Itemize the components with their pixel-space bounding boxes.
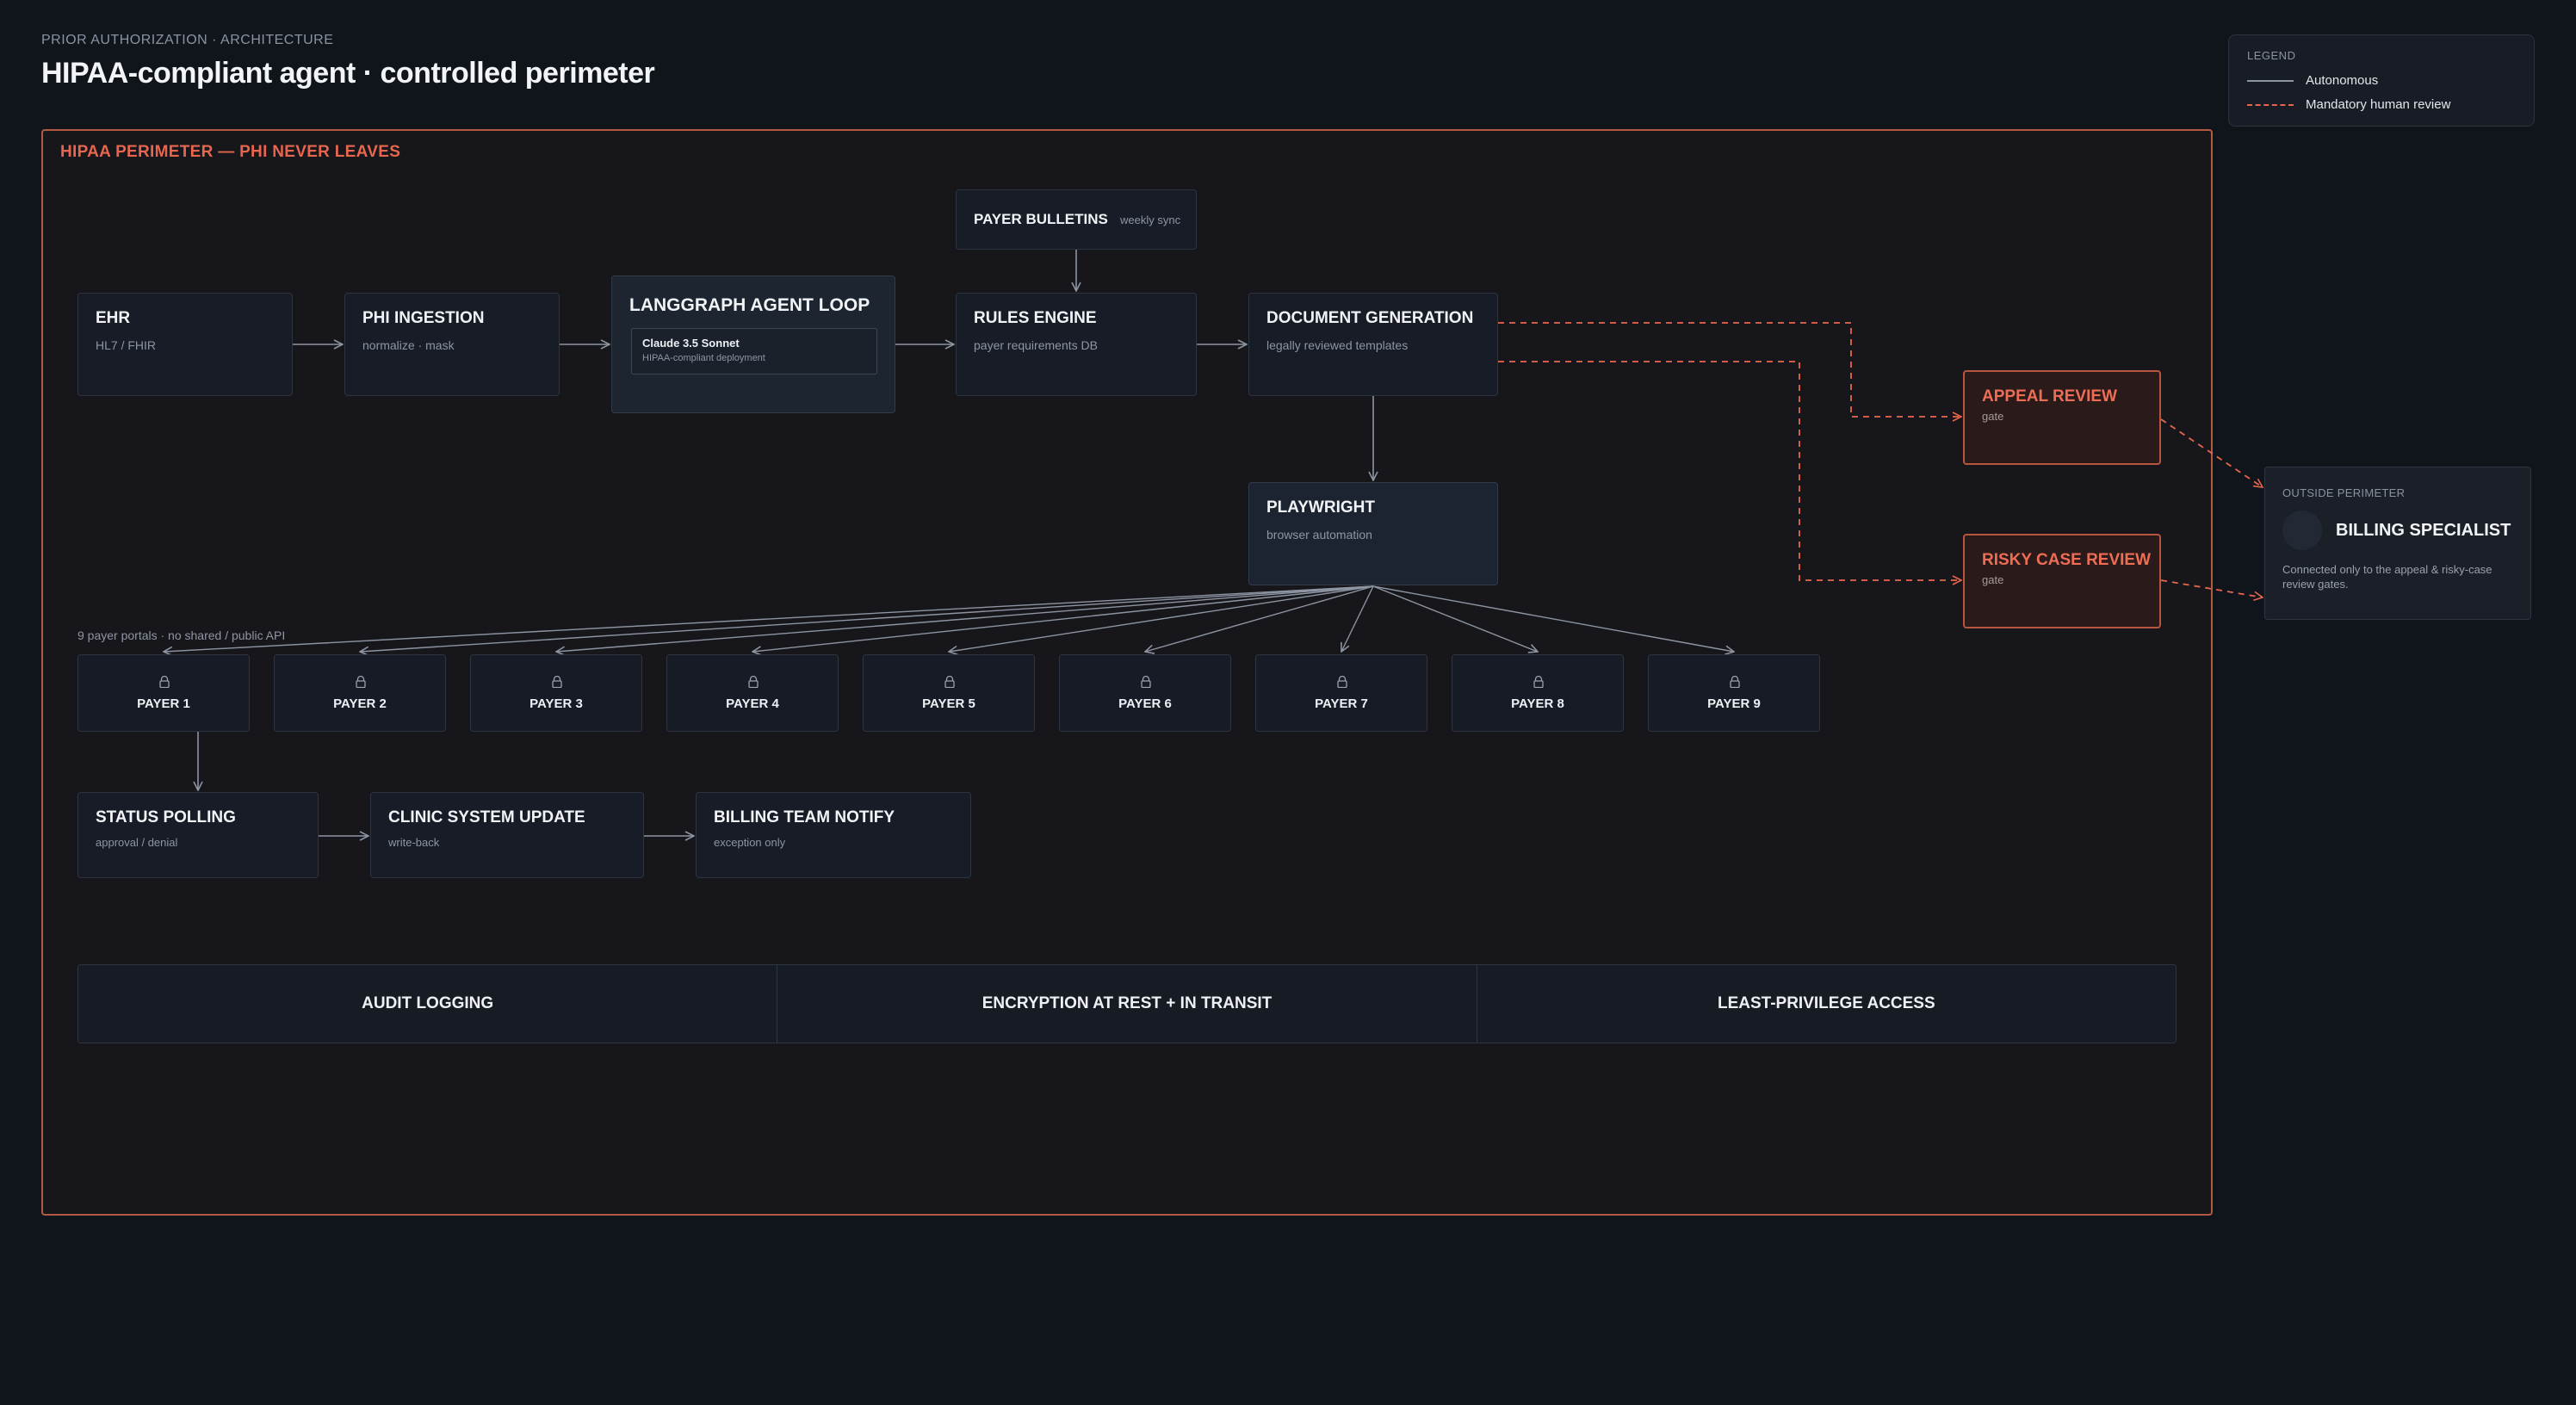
node-title: PLAYWRIGHT	[1266, 498, 1375, 517]
avatar	[2282, 511, 2322, 550]
langgraph-agent-loop-node[interactable]: LANGGRAPH AGENT LOOP Claude 3.5 Sonnet H…	[611, 275, 895, 413]
node-subtitle: write-back	[388, 836, 440, 849]
arrow-playwright-to-payer-1	[164, 585, 1374, 652]
payer-portal-8[interactable]: PAYER 8	[1452, 654, 1624, 732]
arrow-playwright-to-payer-4	[752, 585, 1374, 652]
arrow-playwright-to-payer-7	[1341, 585, 1374, 652]
node-title: DOCUMENT GENERATION	[1266, 309, 1474, 327]
risky-case-review-gate[interactable]: RISKY CASE REVIEW gate	[1963, 534, 2161, 628]
arrow-playwright-to-payer-2	[360, 585, 1374, 652]
outside-perimeter-label: OUTSIDE PERIMETER	[2282, 486, 2406, 499]
arrow-playwright-to-payer-9	[1372, 585, 1734, 652]
node-title: CLINIC SYSTEM UPDATE	[388, 808, 585, 826]
payer-portal-7[interactable]: PAYER 7	[1255, 654, 1427, 732]
arrow-playwright-to-payer-6	[1145, 585, 1374, 652]
dashed-docgen-to-appeal	[1498, 322, 1961, 417]
model-name: Claude 3.5 Sonnet	[642, 337, 740, 350]
payer-label: PAYER 2	[333, 696, 387, 711]
rules-engine-node[interactable]: RULES ENGINE payer requirements DB	[956, 293, 1197, 396]
payer-label: PAYER 5	[922, 696, 975, 711]
payer-label: PAYER 7	[1315, 696, 1368, 711]
payer-portal-2[interactable]: PAYER 2	[274, 654, 446, 732]
model-card: Claude 3.5 Sonnet HIPAA-compliant deploy…	[631, 328, 877, 374]
payer-portal-4[interactable]: PAYER 4	[666, 654, 839, 732]
appeal-review-gate[interactable]: APPEAL REVIEW gate	[1963, 370, 2161, 465]
node-subtitle: exception only	[714, 836, 786, 849]
payer-label: PAYER 4	[726, 696, 779, 711]
payer-portal-5[interactable]: PAYER 5	[863, 654, 1035, 732]
payer-portals-label: 9 payer portals · no shared / public API	[77, 628, 286, 642]
model-deployment: HIPAA-compliant deployment	[642, 353, 765, 363]
billing-specialist-name: BILLING SPECIALIST	[2336, 521, 2511, 540]
node-subtitle: approval / denial	[96, 836, 178, 849]
node-title: EHR	[96, 309, 131, 327]
payer-label: PAYER 9	[1707, 696, 1761, 711]
payer-label: PAYER 8	[1511, 696, 1564, 711]
node-subtitle: gate	[1982, 410, 2004, 423]
lock-icon	[748, 676, 759, 688]
least-privilege-cell: LEAST-PRIVILEGE ACCESS	[1717, 994, 1935, 1012]
node-subtitle: normalize · mask	[362, 338, 455, 352]
node-title: RULES ENGINE	[974, 309, 1097, 327]
audit-logging-cell: AUDIT LOGGING	[78, 965, 778, 1043]
node-title: BILLING TEAM NOTIFY	[714, 808, 895, 826]
node-title: PHI INGESTION	[362, 309, 485, 327]
dashed-appeal-to-specialist	[2160, 418, 2263, 487]
lock-icon	[1730, 676, 1740, 688]
lock-icon	[159, 676, 170, 688]
clinic-system-update-node[interactable]: CLINIC SYSTEM UPDATE write-back	[370, 792, 644, 878]
lock-icon	[356, 676, 366, 688]
payer-portal-1[interactable]: PAYER 1	[77, 654, 250, 732]
lock-icon	[1533, 676, 1544, 688]
billing-specialist-card[interactable]: OUTSIDE PERIMETER BILLING SPECIALIST Con…	[2264, 467, 2531, 620]
node-title: STATUS POLLING	[96, 808, 236, 826]
payer-portal-9[interactable]: PAYER 9	[1648, 654, 1820, 732]
payer-bulletins-node[interactable]: PAYER BULLETINS weekly sync	[956, 189, 1197, 250]
arrow-playwright-to-payer-3	[556, 585, 1374, 652]
encryption-cell: ENCRYPTION AT REST + IN TRANSIT	[777, 965, 1477, 1043]
dashed-risky-to-specialist	[2160, 579, 2263, 597]
node-title: APPEAL REVIEW	[1982, 387, 2117, 405]
dashed-docgen-to-risky	[1498, 361, 1961, 580]
status-polling-node[interactable]: STATUS POLLING approval / denial	[77, 792, 319, 878]
billing-specialist-description: Connected only to the appeal & risky-cas…	[2282, 563, 2492, 591]
phi-ingestion-node[interactable]: PHI INGESTION normalize · mask	[344, 293, 560, 396]
ehr-node[interactable]: EHR HL7 / FHIR	[77, 293, 293, 396]
node-subtitle: legally reviewed templates	[1266, 338, 1409, 352]
payer-label: PAYER 1	[137, 696, 190, 711]
security-controls-bar: AUDIT LOGGING ENCRYPTION AT REST + IN TR…	[77, 964, 2177, 1043]
payer-portal-3[interactable]: PAYER 3	[470, 654, 642, 732]
payer-label: PAYER 6	[1118, 696, 1172, 711]
node-subtitle: browser automation	[1266, 528, 1372, 542]
lock-icon	[944, 676, 955, 688]
arrow-playwright-to-payer-5	[949, 585, 1374, 652]
document-generation-node[interactable]: DOCUMENT GENERATION legally reviewed tem…	[1248, 293, 1498, 396]
node-subtitle: weekly sync	[1120, 214, 1181, 226]
lock-icon	[552, 676, 562, 688]
arrow-playwright-to-payer-8	[1372, 585, 1538, 652]
billing-team-notify-node[interactable]: BILLING TEAM NOTIFY exception only	[696, 792, 971, 878]
node-title: LANGGRAPH AGENT LOOP	[629, 295, 870, 315]
payer-portal-6[interactable]: PAYER 6	[1059, 654, 1231, 732]
lock-icon	[1337, 676, 1347, 688]
lock-icon	[1141, 676, 1151, 688]
node-title: RISKY CASE REVIEW	[1982, 551, 2152, 569]
node-subtitle: payer requirements DB	[974, 338, 1098, 352]
node-title: PAYER BULLETINS	[974, 211, 1108, 227]
playwright-node[interactable]: PLAYWRIGHT browser automation	[1248, 482, 1498, 585]
node-subtitle: gate	[1982, 573, 2004, 586]
payer-label: PAYER 3	[529, 696, 583, 711]
node-subtitle: HL7 / FHIR	[96, 338, 157, 352]
